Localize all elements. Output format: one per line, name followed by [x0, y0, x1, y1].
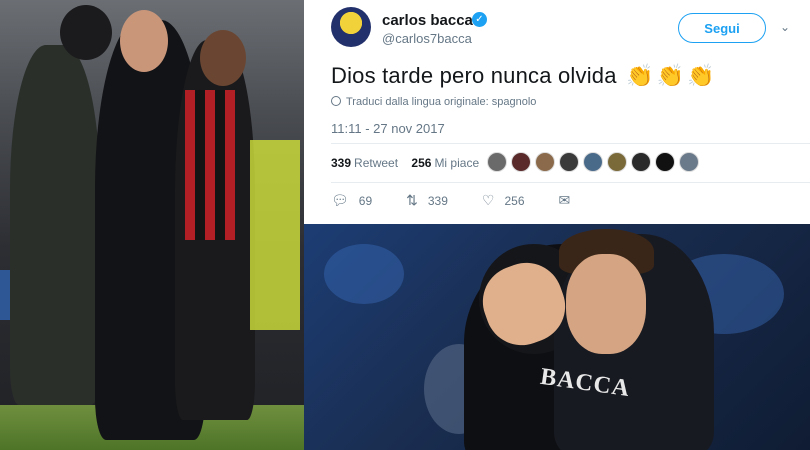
reply-icon: 💬︎ — [331, 192, 349, 208]
background-bokeh — [324, 244, 404, 304]
verified-badge-icon: ✓ — [472, 12, 487, 27]
steward-vest — [250, 140, 300, 330]
player-jersey — [185, 90, 235, 240]
liker-avatar[interactable] — [559, 152, 579, 172]
liker-avatar[interactable] — [487, 152, 507, 172]
like-stat-count: 256 — [411, 156, 432, 170]
person-left — [10, 45, 100, 405]
like-button[interactable]: ♡ 256 — [482, 192, 525, 209]
display-name[interactable]: carlos bacca — [382, 12, 473, 29]
like-stat-label: Mi piace — [434, 156, 480, 170]
retweet-count: 339 — [427, 193, 448, 208]
liker-avatar[interactable] — [607, 152, 627, 172]
message-button[interactable]: ✉ — [559, 192, 581, 209]
liker-avatar[interactable] — [535, 152, 555, 172]
heart-icon: ♡ — [481, 192, 495, 208]
retweet-icon: ⇅ — [406, 192, 418, 208]
divider — [331, 143, 810, 144]
photo-celebration-left — [0, 0, 304, 450]
head-coach — [120, 10, 168, 72]
reply-count: 69 — [358, 193, 373, 208]
retweet-stat-count: 339 — [331, 156, 352, 170]
clapping-hands-icon: 👏 — [687, 63, 715, 88]
follow-button[interactable]: Segui — [678, 13, 766, 43]
liker-avatar[interactable] — [583, 152, 603, 172]
reply-button[interactable]: 💬︎ 69 — [331, 192, 372, 209]
liker-avatar[interactable] — [511, 152, 531, 172]
liker-avatar[interactable] — [679, 152, 699, 172]
liker-avatar[interactable] — [631, 152, 651, 172]
tweet-text: Dios tarde pero nunca olvida 👏 👏 👏 — [331, 63, 715, 89]
liker-avatars — [487, 152, 699, 172]
translate-link[interactable]: Traduci dalla lingua originale: spagnolo — [331, 96, 536, 108]
divider — [331, 182, 810, 183]
tweet-stats: 339 Retweet 256 Mi piace — [331, 156, 489, 170]
retweet-stat-label: Retweet — [354, 156, 399, 170]
head-beanie — [60, 5, 112, 60]
tweet-timestamp[interactable]: 11:11 - 27 nov 2017 — [331, 121, 445, 136]
translate-label: Traduci dalla lingua originale: spagnolo — [346, 96, 537, 108]
envelope-icon: ✉ — [558, 192, 571, 208]
liker-avatar[interactable] — [655, 152, 675, 172]
chevron-down-icon[interactable]: ⌄ — [780, 20, 790, 34]
tweet-text-body: Dios tarde pero nunca olvida — [331, 63, 617, 88]
photo-embrace-bottom-right: BACCA — [304, 224, 810, 450]
tweet-card: carlos bacca ✓ @carlos7bacca Segui ⌄ Dio… — [304, 0, 810, 224]
like-count: 256 — [504, 193, 525, 208]
clapping-hands-icon: 👏 — [656, 63, 685, 88]
clapping-hands-icon: 👏 — [625, 63, 654, 88]
globe-icon — [331, 96, 341, 106]
avatar[interactable] — [331, 7, 371, 47]
coach-face — [566, 254, 646, 354]
head-player — [200, 30, 246, 86]
user-handle[interactable]: @carlos7bacca — [382, 31, 472, 46]
retweet-button[interactable]: ⇅ 339 — [406, 192, 448, 209]
like-stat[interactable]: 256 Mi piace — [411, 156, 479, 170]
tweet-actions: 💬︎ 69 ⇅ 339 ♡ 256 ✉ — [331, 192, 614, 209]
retweet-stat[interactable]: 339 Retweet — [331, 156, 398, 170]
